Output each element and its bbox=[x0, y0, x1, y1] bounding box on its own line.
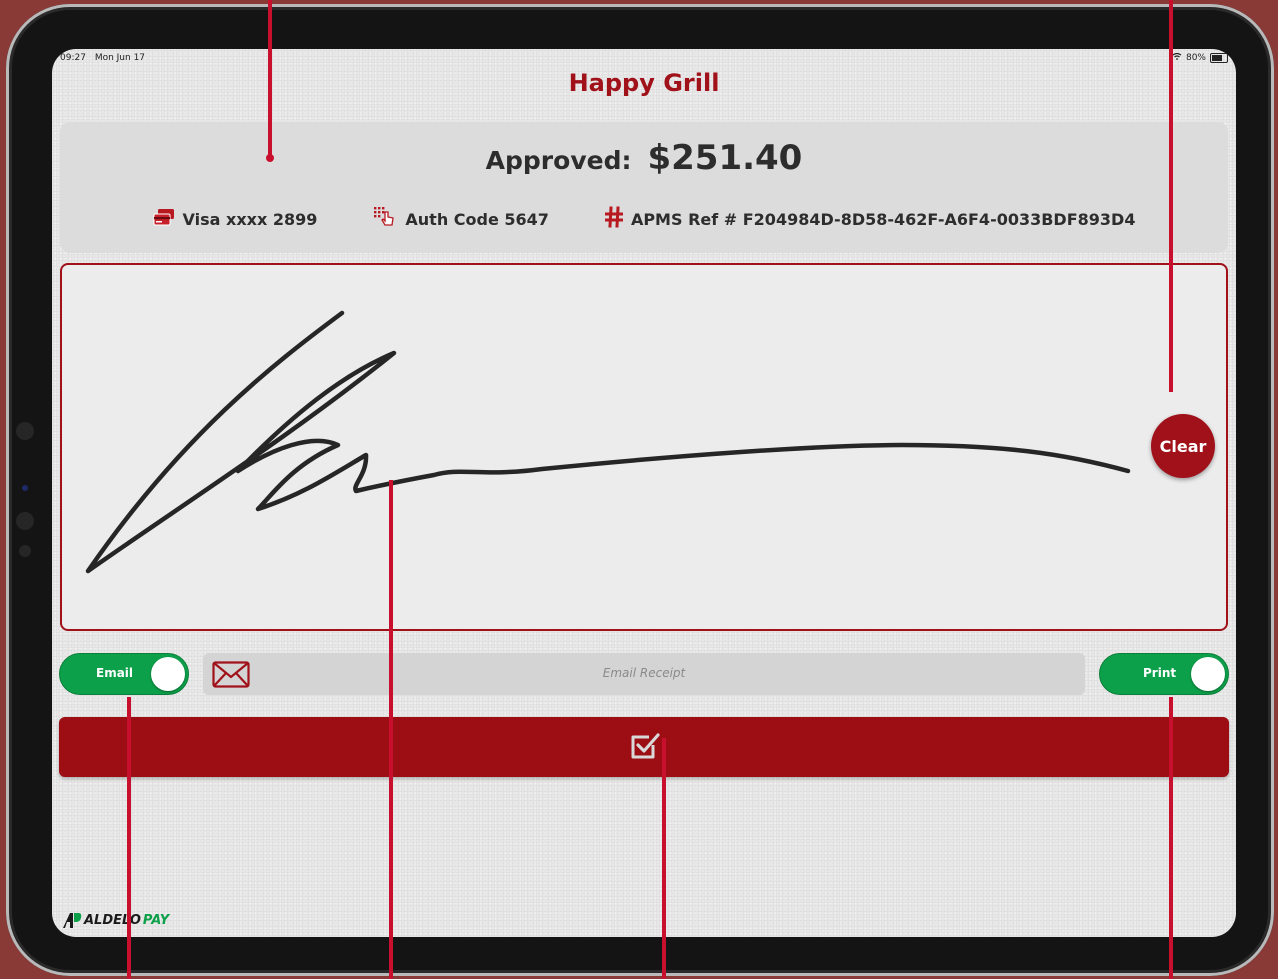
callout-line bbox=[1169, 697, 1173, 979]
app-screen: 09:27 Mon Jun 17 80% Happy Grill Approve… bbox=[52, 49, 1236, 937]
approved-label: Approved: bbox=[485, 146, 632, 175]
side-flash bbox=[19, 545, 31, 557]
signature-stroke bbox=[85, 310, 1131, 574]
callout-line bbox=[662, 738, 666, 979]
approved-amount: $251.40 bbox=[647, 138, 803, 178]
aldelo-pay-logo: ALDELO PAY bbox=[62, 911, 169, 929]
side-sensor bbox=[22, 485, 28, 491]
card-info: Visa xxxx 2899 bbox=[153, 206, 318, 232]
battery-icon bbox=[1210, 52, 1228, 63]
side-camera bbox=[16, 422, 34, 440]
credit-card-icon bbox=[153, 208, 175, 230]
callout-dot bbox=[266, 154, 274, 162]
merchant-title: Happy Grill bbox=[568, 69, 720, 97]
callout-line bbox=[127, 697, 131, 979]
confirm-button[interactable] bbox=[59, 717, 1229, 777]
callout-line bbox=[268, 0, 272, 160]
email-input-placeholder: Email Receipt bbox=[602, 666, 686, 680]
card-text: Visa xxxx 2899 bbox=[182, 209, 318, 229]
callout-line bbox=[389, 480, 393, 979]
apms-ref-text: APMS Ref # F204984D-8D58-462F-A6F4-0033B… bbox=[630, 209, 1136, 229]
checkbox-check-icon bbox=[631, 733, 660, 759]
hash-icon bbox=[604, 206, 624, 232]
clear-signature-button[interactable]: Clear bbox=[1151, 414, 1215, 478]
transaction-details: Visa xxxx 2899 Auth Code 5647 APMS Ref #… bbox=[60, 206, 1228, 232]
touch-keypad-icon bbox=[373, 206, 397, 232]
email-toggle-label: Email bbox=[96, 666, 134, 680]
transaction-summary: Approved: $251.40 Visa xxxx 2899 Auth Co… bbox=[60, 122, 1228, 253]
side-camera-lens bbox=[16, 512, 34, 530]
approval-row: Approved: $251.40 bbox=[60, 138, 1228, 178]
status-bar: 09:27 Mon Jun 17 bbox=[60, 53, 151, 63]
status-right: 80% bbox=[1172, 52, 1228, 63]
print-toggle-knob bbox=[1191, 657, 1225, 691]
email-receipt-field[interactable]: Email Receipt bbox=[203, 653, 1085, 695]
print-toggle[interactable]: Print bbox=[1099, 653, 1229, 695]
email-toggle[interactable]: Email bbox=[59, 653, 189, 695]
signature-pad[interactable]: Clear bbox=[60, 263, 1228, 631]
tablet-device-frame: 09:27 Mon Jun 17 80% Happy Grill Approve… bbox=[6, 4, 1274, 976]
aldelo-logo-icon bbox=[63, 913, 82, 928]
auth-code-text: Auth Code 5647 bbox=[405, 209, 549, 229]
wifi-icon bbox=[1172, 52, 1182, 63]
battery-percent: 80% bbox=[1185, 52, 1206, 63]
brand-name: ALDELO bbox=[84, 912, 141, 928]
brand-name-pay: PAY bbox=[142, 912, 170, 928]
print-toggle-label: Print bbox=[1143, 666, 1177, 680]
auth-info: Auth Code 5647 bbox=[373, 206, 549, 232]
reference-info: APMS Ref # F204984D-8D58-462F-A6F4-0033B… bbox=[604, 206, 1136, 232]
status-date: Mon Jun 17 bbox=[94, 53, 146, 63]
callout-line bbox=[1169, 0, 1173, 392]
status-time: 09:27 bbox=[60, 53, 86, 63]
email-toggle-knob bbox=[151, 657, 185, 691]
